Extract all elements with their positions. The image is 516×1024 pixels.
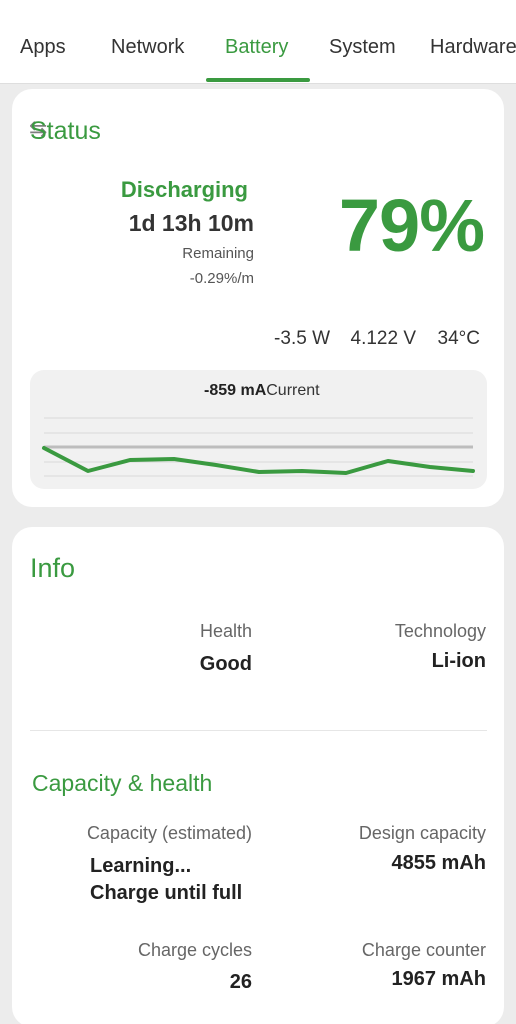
- capacity-estimated-value: Learning... Charge until full: [90, 853, 242, 907]
- tab-network[interactable]: Network: [111, 36, 184, 59]
- technology-label: Technology: [394, 621, 486, 641]
- tab-apps[interactable]: Apps: [20, 36, 66, 59]
- design-capacity-label: Design capacity: [358, 823, 486, 843]
- status-title: Status: [30, 117, 101, 145]
- active-tab-indicator: [206, 78, 310, 82]
- capacity-health-title: Capacity & health: [32, 770, 213, 796]
- capacity-estimated-line1: Learning...: [90, 855, 192, 877]
- charge-counter-value: 1967 mAh: [391, 968, 487, 990]
- info-title: Info: [30, 553, 76, 583]
- capacity-estimated-label: Capacity (estimated): [86, 823, 252, 843]
- charge-cycles-label: Charge cycles: [137, 940, 252, 960]
- power-readout: -3.5 W: [274, 328, 330, 349]
- discharge-rate: -0.29%/m: [189, 270, 254, 287]
- capacity-estimated-line2: Charge until full: [90, 882, 243, 904]
- charge-counter-label: Charge counter: [361, 940, 486, 960]
- status-card: ⇆ Status Discharging 1d 13h 10m Remainin…: [12, 89, 504, 507]
- temperature-readout: 34°C: [437, 328, 480, 349]
- health-value: Good: [199, 653, 252, 675]
- tab-hardware[interactable]: Hardware: [430, 36, 516, 59]
- current-graph[interactable]: -859 mACurrent: [30, 370, 487, 489]
- voltage-readout: 4.122 V: [350, 328, 417, 349]
- remaining-label: Remaining: [182, 245, 254, 262]
- health-label: Health: [199, 621, 252, 641]
- time-remaining: 1d 13h 10m: [128, 210, 254, 236]
- battery-percent: 79%: [338, 184, 485, 267]
- technology-value: Li-ion: [431, 650, 486, 672]
- divider: [30, 730, 487, 731]
- design-capacity-value: 4855 mAh: [391, 852, 487, 874]
- info-card: Info Health Good Technology Li-ion Capac…: [12, 527, 504, 1024]
- charge-cycles-value: 26: [229, 971, 252, 993]
- tab-battery[interactable]: Battery: [225, 36, 288, 59]
- battery-state: Discharging: [120, 177, 248, 202]
- current-series-line: [42, 446, 475, 475]
- tab-bar: Apps Network Battery System Hardware: [0, 0, 516, 84]
- current-graph-plot: [42, 417, 475, 477]
- tab-system[interactable]: System: [329, 36, 396, 59]
